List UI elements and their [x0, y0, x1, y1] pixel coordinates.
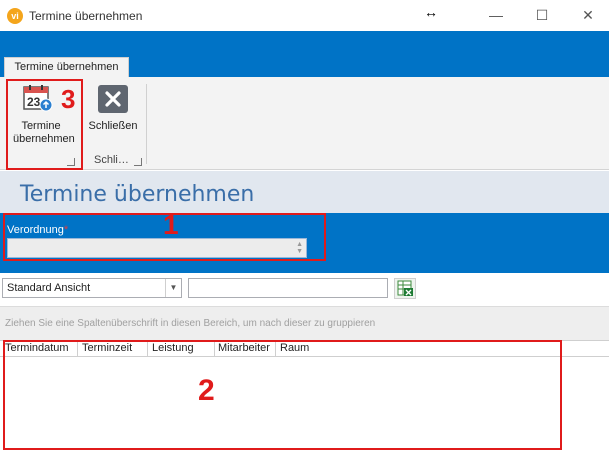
app-logo-icon: vi — [7, 8, 23, 24]
ribbon-panel: Termine übernehmen Schließen — [0, 77, 609, 170]
group-by-hint: Ziehen Sie eine Spaltenüberschrift in di… — [5, 318, 376, 329]
search-input[interactable] — [188, 278, 388, 298]
excel-export-button[interactable] — [394, 278, 416, 299]
annotation-number-3: 3 — [61, 84, 76, 114]
excel-export-icon — [397, 280, 413, 296]
ribbon-separator — [146, 84, 147, 164]
minimize-button[interactable]: — — [481, 4, 511, 26]
page-title: Termine übernehmen — [20, 182, 255, 207]
annotation-number-2: 2 — [198, 374, 215, 407]
title-bar: vi Termine übernehmen ↔ — ☐ ✕ — [0, 0, 609, 31]
schliessen-button-label: Schließen — [88, 120, 138, 132]
schliessen-button[interactable]: Schließen — [86, 120, 140, 133]
tab-termine-uebernehmen[interactable]: Termine übernehmen — [4, 57, 129, 77]
chevron-down-icon[interactable]: ▼ — [165, 279, 181, 297]
close-x-icon[interactable] — [98, 85, 128, 113]
annotation-number-1: 1 — [163, 209, 179, 240]
close-window-button[interactable]: ✕ — [573, 4, 603, 26]
maximize-button[interactable]: ☐ — [527, 4, 557, 26]
view-select[interactable]: Standard Ansicht ▼ — [2, 278, 182, 298]
window-title: Termine übernehmen — [29, 9, 143, 23]
resize-cursor-icon: ↔ — [424, 4, 438, 20]
dialog-launcher-icon[interactable] — [134, 158, 142, 166]
view-select-value: Standard Ansicht — [7, 282, 91, 294]
ribbon-group-label: Schli… — [94, 154, 129, 166]
annotation-box-2 — [3, 340, 562, 450]
